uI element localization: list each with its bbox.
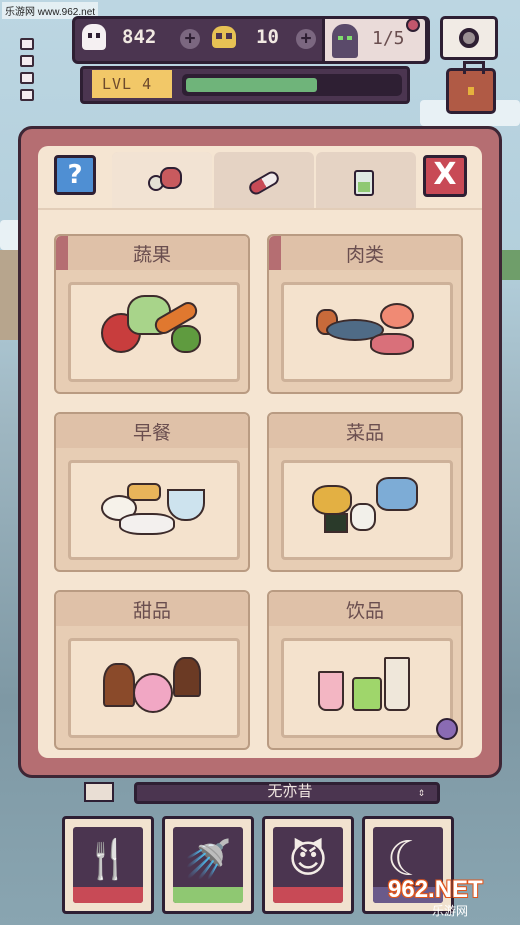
category-card-desserts[interactable]: 甜品 (54, 590, 250, 750)
feed-button[interactable]: 🍴 (62, 816, 154, 914)
fork-knife-icon: 🍴 (84, 837, 132, 881)
vegetables-icon (68, 282, 240, 382)
swap-icon: ⇕ (418, 785, 426, 799)
add-skull-button[interactable]: + (296, 29, 316, 49)
help-button[interactable]: ? (54, 155, 96, 195)
site-watermark: 962.NET 乐游网 (388, 876, 514, 918)
category-card-meat[interactable]: 肉类 (267, 234, 463, 394)
menu-dot (20, 38, 34, 50)
desserts-icon (68, 638, 240, 738)
menu-dot (20, 55, 34, 67)
ghost-icon (82, 24, 106, 50)
add-ghost-button[interactable]: + (180, 29, 200, 49)
category-label: 甜品 (132, 600, 171, 622)
shower-icon: 🚿 (184, 837, 232, 881)
meat-icon (281, 282, 453, 382)
watermark-logo: 962.NET (388, 876, 483, 903)
ghost-count: 842 (122, 26, 157, 48)
wave-decor (73, 887, 143, 903)
pet-name: 无亦昔 (267, 782, 313, 800)
bath-button[interactable]: 🚿 (162, 816, 254, 914)
wave-decor (273, 887, 343, 903)
category-label: 早餐 (132, 422, 171, 444)
monster-count: 1/5 (372, 28, 405, 49)
tab-divider (38, 208, 482, 210)
mood-icon[interactable] (436, 718, 458, 740)
close-button[interactable]: X (423, 155, 467, 197)
menu-dot (20, 72, 34, 84)
category-card-dishes[interactable]: 菜品 (267, 412, 463, 572)
dishes-icon (281, 460, 453, 560)
briefcase-button[interactable] (446, 61, 496, 114)
skull-count: 10 (256, 26, 279, 48)
category-label: 饮品 (345, 600, 384, 622)
notification-badge (406, 18, 420, 32)
wave-decor (173, 887, 243, 903)
category-label: 蔬果 (132, 244, 171, 266)
breakfast-icon (68, 460, 240, 560)
camera-button[interactable] (440, 16, 498, 60)
category-card-drinks[interactable]: 饮品 (267, 590, 463, 750)
inventory-button[interactable] (84, 782, 114, 802)
skull-icon (212, 26, 236, 48)
devil-face-icon: 😈 (288, 837, 328, 881)
camera-icon (459, 28, 479, 48)
drinks-icon (281, 638, 453, 738)
radish-meat-icon (144, 165, 184, 199)
category-label: 菜品 (345, 422, 384, 444)
watermark-sub: 乐游网 (432, 904, 469, 918)
level-label: LVL 4 (92, 70, 172, 98)
category-card-breakfast[interactable]: 早餐 (54, 412, 250, 572)
category-label: 肉类 (345, 244, 384, 266)
side-menu-button[interactable] (20, 38, 36, 106)
play-button[interactable]: 😈 (262, 816, 354, 914)
menu-dot (20, 89, 34, 101)
xp-fill (186, 78, 317, 92)
jar-icon (352, 164, 376, 198)
category-card-vegetables[interactable]: 蔬果 (54, 234, 250, 394)
pill-icon (246, 168, 282, 198)
monster-icon (332, 24, 358, 58)
